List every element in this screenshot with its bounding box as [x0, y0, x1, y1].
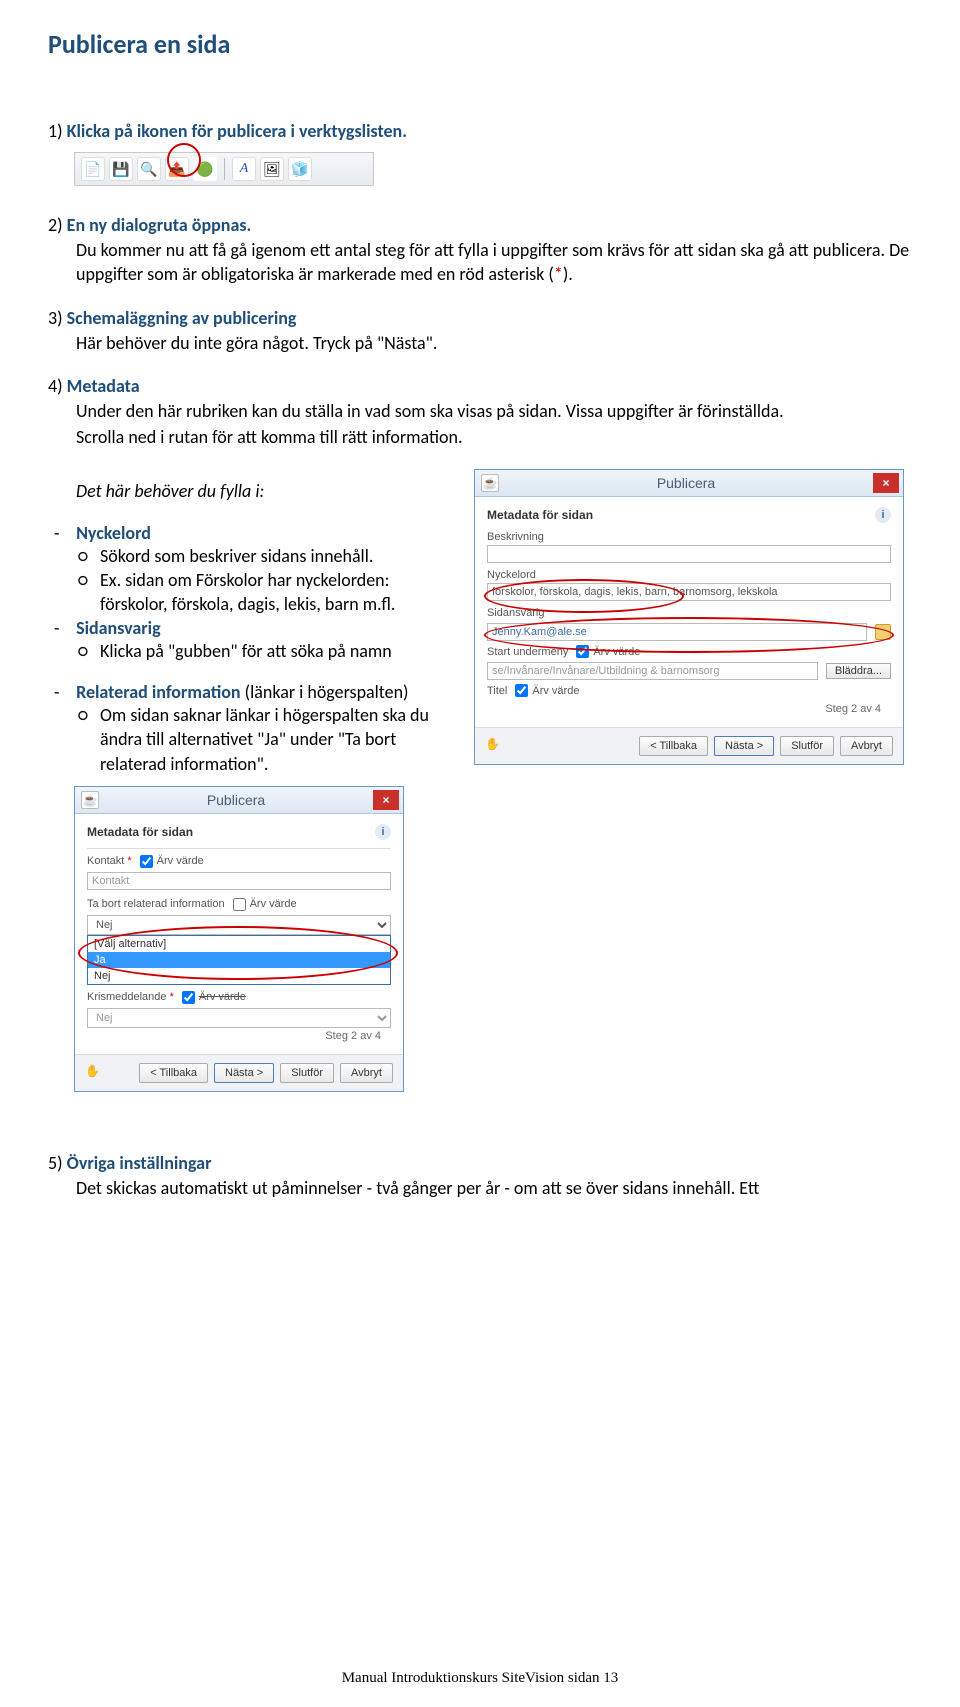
browse-button[interactable]: Bläddra...	[826, 663, 891, 679]
sidansvarig-term: Sidansvarig Klicka på "gubben" för att s…	[72, 617, 458, 663]
step-indicator: Steg 2 av 4	[87, 1028, 391, 1044]
step-1: 1) Klicka på ikonen för publicera i verk…	[48, 120, 912, 142]
need-fill-heading: Det här behöver du fylla i:	[76, 480, 264, 502]
step-4: 4) Metadata	[48, 375, 912, 397]
back-button[interactable]: < Tillbaka	[639, 736, 708, 756]
nyckelord-label: Nyckelord	[487, 569, 891, 581]
java-icon: ☕	[81, 791, 99, 809]
dialog-section-title: Metadata för sidan	[487, 508, 593, 522]
publish-icon: 📤	[165, 157, 189, 181]
sidansvarig-label: Sidansvarig	[487, 607, 891, 619]
info-icon[interactable]: i	[875, 507, 891, 523]
page-title: Publicera en sida	[48, 28, 912, 60]
separator	[224, 158, 225, 180]
info-icon[interactable]: i	[375, 824, 391, 840]
step-2-body: Du kommer nu att få gå igenom ett antal …	[76, 238, 912, 287]
arv-titel-checkbox[interactable]	[515, 684, 528, 697]
page-footer: Manual Introduktionskurs SiteVision sida…	[0, 1670, 960, 1687]
status-dot-icon: 🟢	[193, 157, 217, 181]
sidansvarig-input[interactable]	[487, 623, 867, 641]
step-3: 3) Schemaläggning av publicering	[48, 307, 912, 329]
publish-dialog-2: ☕ Publicera × Metadata för sidan i Konta…	[74, 786, 404, 1092]
krismeddelande-label: Krismeddelande	[87, 991, 167, 1003]
kontakt-label: Kontakt	[87, 855, 124, 867]
nyckelord-desc-1: Sökord som beskriver sidans innehåll.	[100, 544, 458, 568]
sidansvarig-desc-1: Klicka på "gubben" för att söka på namn	[100, 639, 458, 663]
dropdown-option[interactable]: [Välj alternativ]	[88, 936, 390, 952]
step-4-body: Under den här rubriken kan du ställa in …	[76, 399, 912, 423]
dropdown-option-selected[interactable]: Ja	[88, 952, 390, 968]
hand-icon: ✋	[85, 1064, 103, 1082]
dialog-section-title: Metadata för sidan	[87, 825, 193, 839]
step-label: Klicka på ikonen för publicera i verktyg…	[67, 120, 407, 142]
step-number: 1)	[48, 120, 63, 142]
tabort-label: Ta bort relaterad information	[87, 898, 225, 910]
step-4-body2: Scrolla ned i rutan för att komma till r…	[76, 425, 912, 449]
step-indicator: Steg 2 av 4	[487, 701, 891, 717]
text-icon: A	[232, 157, 256, 181]
dialog-title: Publicera	[99, 792, 373, 808]
cancel-button[interactable]: Avbryt	[340, 1063, 393, 1083]
step-5-body: Det skickas automatiskt ut påminnelser -…	[76, 1176, 912, 1200]
start-undermeny-label: Start undermeny	[487, 646, 568, 658]
close-icon[interactable]: ×	[873, 473, 899, 493]
nyckelord-desc-2: Ex. sidan om Förskolor har nyckelorden: …	[100, 568, 458, 617]
relaterad-desc-1: Om sidan saknar länkar i högerspalten sk…	[100, 703, 458, 776]
kontakt-input[interactable]	[87, 872, 391, 890]
image-icon: 🖼	[260, 157, 284, 181]
arv-start-checkbox[interactable]	[576, 645, 589, 658]
arv-krism-checkbox[interactable]	[182, 991, 195, 1004]
titel-label: Titel	[487, 685, 507, 697]
beskrivning-label: Beskrivning	[487, 531, 891, 543]
save-icon: 💾	[109, 157, 133, 181]
relaterad-term: Relaterad information (länkar i högerspa…	[72, 681, 458, 776]
hand-icon: ✋	[485, 737, 503, 755]
preview-icon: 🔍	[137, 157, 161, 181]
step-3-body: Här behöver du inte göra något. Tryck på…	[76, 331, 912, 355]
next-button[interactable]: Nästa >	[214, 1063, 274, 1083]
new-page-icon: 📄	[81, 157, 105, 181]
finish-button[interactable]: Slutför	[280, 1063, 334, 1083]
dialog-title: Publicera	[499, 475, 873, 491]
java-icon: ☕	[481, 474, 499, 492]
start-undermeny-input[interactable]	[487, 662, 818, 680]
toolbar-screenshot: 📄 💾 🔍 📤 🟢 A 🖼 🧊	[74, 152, 374, 186]
step-5: 5) Övriga inställningar	[48, 1152, 912, 1174]
beskrivning-input[interactable]	[487, 545, 891, 563]
arv-kontakt-checkbox[interactable]	[140, 855, 153, 868]
module-icon: 🧊	[288, 157, 312, 181]
tabort-select[interactable]: Nej	[87, 915, 391, 935]
close-icon[interactable]: ×	[373, 790, 399, 810]
arv-tabort-checkbox[interactable]	[233, 898, 246, 911]
krism-select[interactable]: Nej	[87, 1008, 391, 1028]
finish-button[interactable]: Slutför	[780, 736, 834, 756]
dropdown-option[interactable]: Nej	[88, 968, 390, 984]
user-picker-icon[interactable]	[875, 624, 891, 640]
next-button[interactable]: Nästa >	[714, 736, 774, 756]
nyckelord-term: Nyckelord Sökord som beskriver sidans in…	[72, 522, 458, 617]
publish-dialog-1: ☕ Publicera × Metadata för sidan i Beskr…	[474, 469, 904, 765]
cancel-button[interactable]: Avbryt	[840, 736, 893, 756]
step-2: 2) En ny dialogruta öppnas.	[48, 214, 912, 236]
nyckelord-input[interactable]	[487, 583, 891, 601]
back-button[interactable]: < Tillbaka	[139, 1063, 208, 1083]
tabort-dropdown-open[interactable]: [Välj alternativ] Ja Nej	[87, 935, 391, 985]
